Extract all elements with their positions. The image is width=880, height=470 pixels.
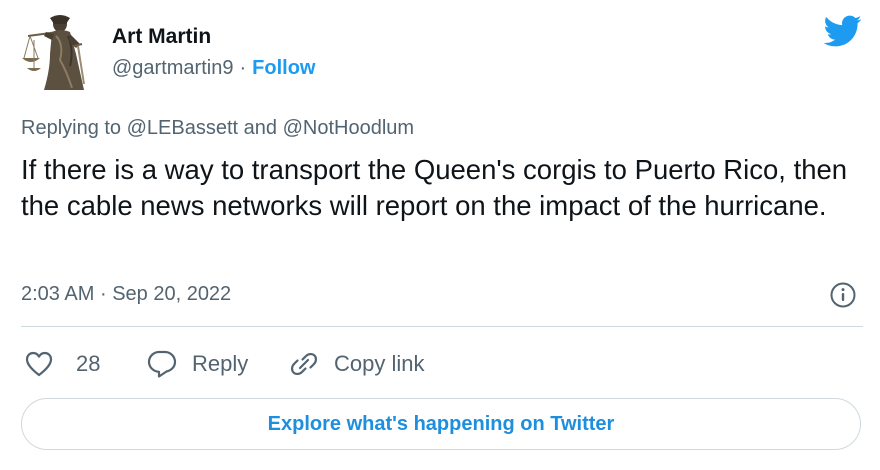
info-icon[interactable] <box>829 281 857 309</box>
reply-icon <box>147 350 177 378</box>
twitter-bird-icon[interactable] <box>822 14 862 48</box>
heart-icon <box>25 351 53 377</box>
link-icon <box>290 352 318 376</box>
copy-link-button[interactable]: Copy link <box>288 347 424 381</box>
author-handle[interactable]: @gartmartin9 <box>112 57 233 79</box>
divider <box>21 326 863 327</box>
timestamp-separator: · <box>99 283 107 305</box>
like-count: 28 <box>76 351 101 376</box>
lady-justice-avatar-icon <box>22 15 85 90</box>
tweet-text: If there is a way to transport the Queen… <box>21 154 848 221</box>
replying-to: Replying to @LEBassett and @NotHoodlum <box>21 117 414 140</box>
follow-button[interactable]: Follow <box>252 57 315 79</box>
timestamp[interactable]: 2:03 AM · Sep 20, 2022 <box>21 283 231 306</box>
tweet-date[interactable]: Sep 20, 2022 <box>112 283 231 305</box>
author-name[interactable]: Art Martin <box>112 25 211 49</box>
tweet-time[interactable]: 2:03 AM <box>21 283 94 305</box>
reply-button[interactable]: Reply <box>146 347 248 381</box>
mention-link[interactable]: @NotHoodlum <box>283 117 414 139</box>
tweet-card: Art Martin @gartmartin9 · Follow Replying … <box>0 0 880 470</box>
avatar[interactable] <box>20 10 92 92</box>
copy-link-label: Copy link <box>334 351 425 376</box>
mention-link[interactable]: @LEBassett <box>127 117 238 139</box>
replying-to-prefix: Replying to <box>21 117 122 139</box>
replying-to-conjunction: and <box>243 117 278 139</box>
like-button[interactable]: 28 <box>24 347 100 381</box>
author-meta: @gartmartin9 · Follow <box>112 57 315 80</box>
meta-separator: · <box>239 57 247 79</box>
reply-label: Reply <box>192 351 249 376</box>
explore-twitter-button[interactable]: Explore what's happening on Twitter <box>21 398 861 450</box>
